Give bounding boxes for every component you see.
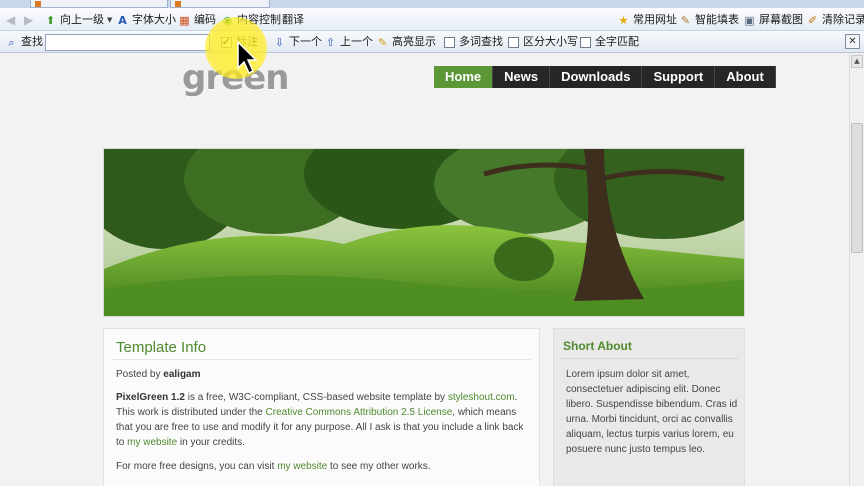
browser-tab-strip bbox=[0, 0, 864, 8]
font-size-button[interactable]: A 字体大小 bbox=[116, 12, 176, 28]
landscape-image bbox=[104, 149, 744, 316]
smart-fill-label: 智能填表 bbox=[695, 13, 739, 26]
post-meta: Posted by ealigam bbox=[116, 367, 526, 382]
case-sensitive-checkbox-box[interactable] bbox=[508, 36, 519, 48]
nav-about[interactable]: About bbox=[715, 66, 776, 88]
tab-favicon bbox=[35, 1, 41, 7]
highlighter-icon: ✎ bbox=[377, 35, 388, 49]
find-next-button[interactable]: ⇩ 下一个 bbox=[273, 34, 322, 50]
divider bbox=[560, 358, 738, 359]
forward-button[interactable]: ▶ bbox=[24, 12, 33, 28]
back-arrow-icon: ◀ bbox=[6, 13, 16, 27]
browser-toolbar: ◀ ▶ ⬆ 向上一级 ▼ A 字体大小 ▦ 编码 ◉ 内容控制 翻译 ★ 常用网… bbox=[0, 8, 864, 31]
more-designs-paragraph: For more free designs, you can visit my … bbox=[116, 459, 526, 474]
template-info-box: Template Info Posted by ealigam PixelGre… bbox=[103, 328, 540, 486]
tab-favicon bbox=[175, 1, 181, 7]
star-icon: ★ bbox=[618, 13, 629, 27]
more-text-2: to see my other works. bbox=[329, 461, 431, 472]
find-prev-label: 上一个 bbox=[340, 35, 373, 48]
full-width-checkbox[interactable]: 全字匹配 bbox=[580, 34, 639, 50]
multi-word-label: 多词查找 bbox=[459, 35, 503, 48]
vertical-scrollbar[interactable]: ▲ bbox=[849, 53, 864, 486]
screenshot-button[interactable]: ▣ 屏幕截图 bbox=[743, 12, 803, 28]
posted-by-label: Posted by bbox=[116, 369, 161, 380]
my-website-link-2[interactable]: my website bbox=[277, 461, 327, 472]
product-name: PixelGreen 1.2 bbox=[116, 392, 185, 403]
mouse-pointer-icon bbox=[237, 40, 258, 75]
styleshout-link[interactable]: styleshout.com bbox=[448, 392, 515, 403]
intro-text-1: is a free, W3C-compliant, CSS-based webs… bbox=[187, 392, 446, 403]
broom-icon: ✐ bbox=[807, 13, 818, 27]
find-input[interactable] bbox=[45, 34, 210, 51]
find-bar: ⌕ 查找 标注 ⇩ 下一个 ⇧ 上一个 ✎ 高亮显示 多词查找 区分大小写 全字… bbox=[0, 31, 864, 53]
font-size-label: 字体大小 bbox=[132, 13, 176, 26]
translate-button[interactable]: 翻译 bbox=[282, 12, 304, 28]
browser-tab[interactable] bbox=[170, 0, 270, 8]
back-button[interactable]: ◀ bbox=[6, 12, 15, 28]
common-sites-button[interactable]: ★ 常用网址 bbox=[617, 12, 677, 28]
case-sensitive-checkbox[interactable]: 区分大小写 bbox=[508, 34, 578, 50]
smart-fill-icon: ✎ bbox=[680, 13, 691, 27]
smart-fill-button[interactable]: ✎ 智能填表 bbox=[679, 12, 739, 28]
dropdown-icon: ▼ bbox=[107, 16, 113, 24]
clear-records-label: 清除记录 bbox=[822, 13, 864, 26]
my-website-link[interactable]: my website bbox=[127, 437, 177, 448]
find-prev-button[interactable]: ⇧ 上一个 bbox=[324, 34, 373, 50]
up-one-level-button[interactable]: ⬆ 向上一级 ▼ bbox=[44, 12, 113, 28]
nav-support[interactable]: Support bbox=[642, 66, 716, 88]
down-arrow-icon: ⇩ bbox=[274, 35, 285, 49]
scroll-up-button[interactable]: ▲ bbox=[851, 55, 863, 68]
short-about-text: Lorem ipsum dolor sit amet, consectetuer… bbox=[566, 369, 738, 455]
divider bbox=[112, 359, 531, 360]
find-label-group: ⌕ 查找 bbox=[5, 34, 43, 50]
nav-news[interactable]: News bbox=[493, 66, 551, 88]
template-info-title: Template Info bbox=[116, 339, 207, 356]
close-icon: ✕ bbox=[848, 36, 857, 47]
clear-records-button[interactable]: ✐ 清除记录 bbox=[806, 12, 864, 28]
author-link[interactable]: ealigam bbox=[163, 369, 200, 380]
font-size-icon: A bbox=[118, 13, 127, 27]
more-text-1: For more free designs, you can visit bbox=[116, 461, 275, 472]
binoculars-icon: ⌕ bbox=[8, 35, 15, 49]
highlight-all-label: 高亮显示 bbox=[392, 35, 436, 48]
find-label: 查找 bbox=[21, 35, 43, 48]
short-about-box: Short About Lorem ipsum dolor sit amet, … bbox=[553, 328, 745, 486]
multi-word-checkbox-box[interactable] bbox=[444, 36, 455, 48]
up-arrow-icon: ⇧ bbox=[325, 35, 336, 49]
close-find-bar-button[interactable]: ✕ bbox=[845, 34, 860, 49]
short-about-title: Short About bbox=[563, 339, 632, 353]
encoding-icon: ▦ bbox=[179, 13, 190, 27]
full-width-checkbox-box[interactable] bbox=[580, 36, 591, 48]
nav-downloads[interactable]: Downloads bbox=[550, 66, 643, 88]
multi-word-checkbox[interactable]: 多词查找 bbox=[444, 34, 503, 50]
forward-arrow-icon: ▶ bbox=[24, 13, 34, 27]
full-width-label: 全字匹配 bbox=[595, 35, 639, 48]
case-sensitive-label: 区分大小写 bbox=[523, 35, 578, 48]
screenshot-label: 屏幕截图 bbox=[759, 13, 803, 26]
license-link[interactable]: Creative Commons Attribution 2.5 License bbox=[266, 407, 453, 418]
nav-home[interactable]: Home bbox=[434, 66, 494, 88]
intro-paragraph: PixelGreen 1.2 is a free, W3C-compliant,… bbox=[116, 390, 526, 450]
up-arrow-icon: ⬆ bbox=[45, 13, 56, 27]
up-one-level-label: 向上一级 bbox=[60, 13, 104, 26]
hero-image bbox=[103, 148, 745, 317]
browser-tab[interactable] bbox=[30, 0, 168, 8]
scrollbar-thumb[interactable] bbox=[851, 123, 863, 253]
highlight-all-button[interactable]: ✎ 高亮显示 bbox=[376, 34, 436, 50]
encoding-button[interactable]: ▦ 编码 bbox=[178, 12, 216, 28]
find-next-label: 下一个 bbox=[289, 35, 322, 48]
common-sites-label: 常用网址 bbox=[633, 13, 677, 26]
intro-text-4: in your credits. bbox=[179, 437, 245, 448]
translate-label: 翻译 bbox=[282, 13, 304, 26]
screenshot-icon: ▣ bbox=[744, 13, 755, 27]
site-nav: Home News Downloads Support About bbox=[434, 66, 776, 88]
